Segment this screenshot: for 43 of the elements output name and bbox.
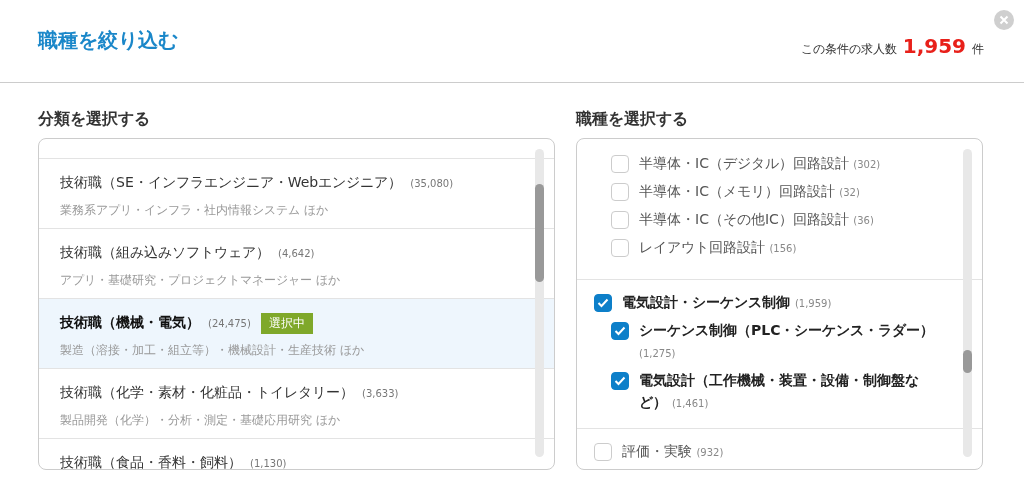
category-examples: 業務系アプリ・インフラ・社内情報システム ほか	[60, 202, 329, 219]
scrollbar-thumb[interactable]	[535, 184, 544, 282]
selected-badge: 選択中	[260, 312, 313, 334]
result-unit: 件	[972, 41, 984, 58]
checkbox[interactable]	[611, 211, 629, 229]
scrollbar-track[interactable]	[535, 149, 544, 457]
category-examples: 製造（溶接・加工・組立等）・機械設計・生産技術 ほか	[60, 342, 365, 359]
category-name: 技術職（食品・香料・飼料）	[60, 454, 242, 469]
category-row[interactable]: 技術職（機械・電気） (24,475) 選択中 製造（溶接・加工・組立等）・機械設計・生産技術 ほか	[39, 299, 554, 369]
checkbox[interactable]	[594, 443, 612, 461]
category-examples: 製品開発（化学）・分析・測定・基礎応用研究 ほか	[60, 412, 341, 429]
occupation-label[interactable]: 電気設計・シーケンス制御 (1,959)	[622, 291, 832, 315]
category-name: 技術職（化学・素材・化粧品・トイレタリー）	[60, 384, 354, 402]
scrollbar-track[interactable]	[963, 149, 972, 457]
category-count: (35,080)	[410, 177, 454, 189]
occupation-label[interactable]: 評価・実験 (932)	[622, 440, 724, 464]
checkbox[interactable]	[611, 239, 629, 257]
section-heading: 分類を選択する	[38, 109, 151, 130]
category-name: 技術職（SE・インフラエンジニア・Webエンジニア）	[60, 174, 403, 192]
section-heading: 職種を選択する	[576, 109, 689, 130]
checkbox[interactable]	[594, 294, 612, 312]
checkbox[interactable]	[611, 322, 629, 340]
category-count: (3,633)	[362, 387, 399, 399]
dialog-title: 職種を絞り込む	[38, 26, 178, 54]
occupation-label[interactable]: 半導体・IC（メモリ）回路設計 (32)	[639, 180, 860, 204]
occupation-label[interactable]: レイアウト回路設計 (156)	[639, 236, 797, 260]
category-count: (1,130)	[250, 457, 287, 469]
checkbox[interactable]	[611, 155, 629, 173]
occupation-label[interactable]: 半導体・IC（デジタル）回路設計 (302)	[639, 152, 881, 176]
category-name: 技術職（組み込みソフトウェア）	[60, 244, 270, 262]
category-count: (4,642)	[278, 247, 315, 259]
category-count: (24,475)	[208, 317, 251, 329]
occupation-label[interactable]: 電気設計（工作機械・装置・設備・制御盤など） (1,461)	[639, 369, 937, 415]
scrollbar-thumb[interactable]	[963, 350, 972, 373]
occupation-label[interactable]: シーケンス制御（PLC・シーケンス・ラダー） (1,275)	[639, 319, 937, 365]
checkbox[interactable]	[611, 372, 629, 390]
result-count: 1,959	[902, 34, 966, 58]
checkbox[interactable]	[611, 183, 629, 201]
result-label: この条件の求人数	[800, 41, 897, 58]
close-icon[interactable]	[994, 10, 1014, 30]
category-examples: アプリ・基礎研究・プロジェクトマネージャー ほか	[60, 272, 341, 289]
category-name: 技術職（機械・電気）	[60, 314, 200, 332]
occupation-label[interactable]: 半導体・IC（その他IC）回路設計 (36)	[639, 208, 874, 232]
